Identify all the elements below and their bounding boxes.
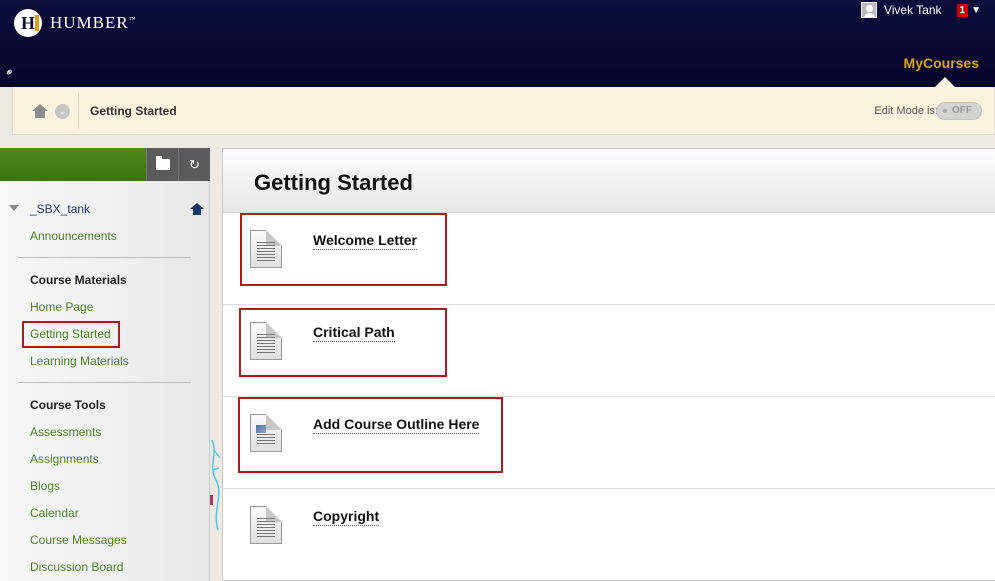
folder-icon	[155, 156, 170, 170]
background-decoration	[210, 440, 221, 531]
notification-badge[interactable]: 1	[956, 3, 969, 17]
selected-item-highlight	[22, 321, 120, 348]
breadcrumb-bar: ⌄ Getting Started Edit Mode is: OFF	[12, 87, 995, 135]
active-tab-pointer	[935, 77, 955, 87]
highlight-box	[240, 213, 447, 286]
menu-divider	[18, 257, 191, 258]
content-item-title[interactable]: Copyright	[313, 508, 380, 526]
breadcrumb-menu-icon[interactable]: ⌄	[55, 104, 70, 119]
menu-item-announcements[interactable]: Announcements	[30, 229, 117, 243]
humber-logo-mark: H	[14, 9, 42, 37]
course-menu-header	[0, 148, 146, 181]
menu-item-assessments[interactable]: Assessments	[30, 425, 101, 439]
menu-item-assignments[interactable]: Assignments	[30, 452, 99, 466]
breadcrumb-current[interactable]: Getting Started	[90, 104, 177, 118]
chevron-down-icon[interactable]: ▼	[971, 5, 981, 16]
home-icon[interactable]	[32, 104, 48, 118]
content-area: Getting Started Welcome Letter Critical …	[222, 148, 995, 581]
breadcrumb-divider	[78, 93, 79, 129]
course-name[interactable]: _SBX_tank	[30, 202, 90, 216]
humber-logo-text: HUMBER™	[50, 13, 137, 32]
menu-divider	[18, 382, 191, 383]
document-icon	[250, 506, 282, 544]
edit-mode-label: Edit Mode is:	[874, 105, 938, 117]
menu-heading-course-materials: Course Materials	[30, 273, 127, 287]
page-title: Getting Started	[254, 170, 413, 195]
edit-mode-toggle[interactable]: OFF	[936, 102, 982, 120]
menu-item-home-page[interactable]: Home Page	[30, 300, 93, 314]
user-avatar-icon	[860, 2, 877, 18]
menu-heading-course-tools: Course Tools	[30, 398, 106, 412]
course-home-icon[interactable]	[190, 203, 204, 216]
user-name: Vivek Tank	[883, 3, 942, 17]
humber-logo[interactable]: H HUMBER™	[14, 9, 137, 37]
menu-item-discussion-board[interactable]: Discussion Board	[30, 560, 123, 574]
link-icon[interactable]: ⚭	[2, 65, 17, 80]
top-header: H HUMBER™ Vivek Tank 1 ▼ ⚭ MyCourses	[0, 0, 995, 87]
folder-view-button[interactable]	[146, 148, 178, 181]
highlight-box	[239, 308, 447, 377]
collapse-caret-icon[interactable]	[9, 205, 19, 211]
refresh-button[interactable]: ↻	[178, 148, 210, 181]
user-menu[interactable]: Vivek Tank 1 ▼	[860, 2, 981, 18]
menu-item-calendar[interactable]: Calendar	[30, 506, 79, 520]
menu-item-learning-materials[interactable]: Learning Materials	[30, 354, 129, 368]
content-title-bar: Getting Started	[223, 149, 995, 213]
course-menu: _SBX_tank Announcements Course Materials…	[0, 181, 210, 581]
refresh-icon: ↻	[189, 156, 200, 172]
menu-item-blogs[interactable]: Blogs	[30, 479, 60, 493]
menu-item-course-messages[interactable]: Course Messages	[30, 533, 127, 547]
tab-mycourses[interactable]: MyCourses	[904, 55, 979, 71]
highlight-box	[238, 397, 503, 473]
content-item: Copyright	[223, 489, 995, 581]
